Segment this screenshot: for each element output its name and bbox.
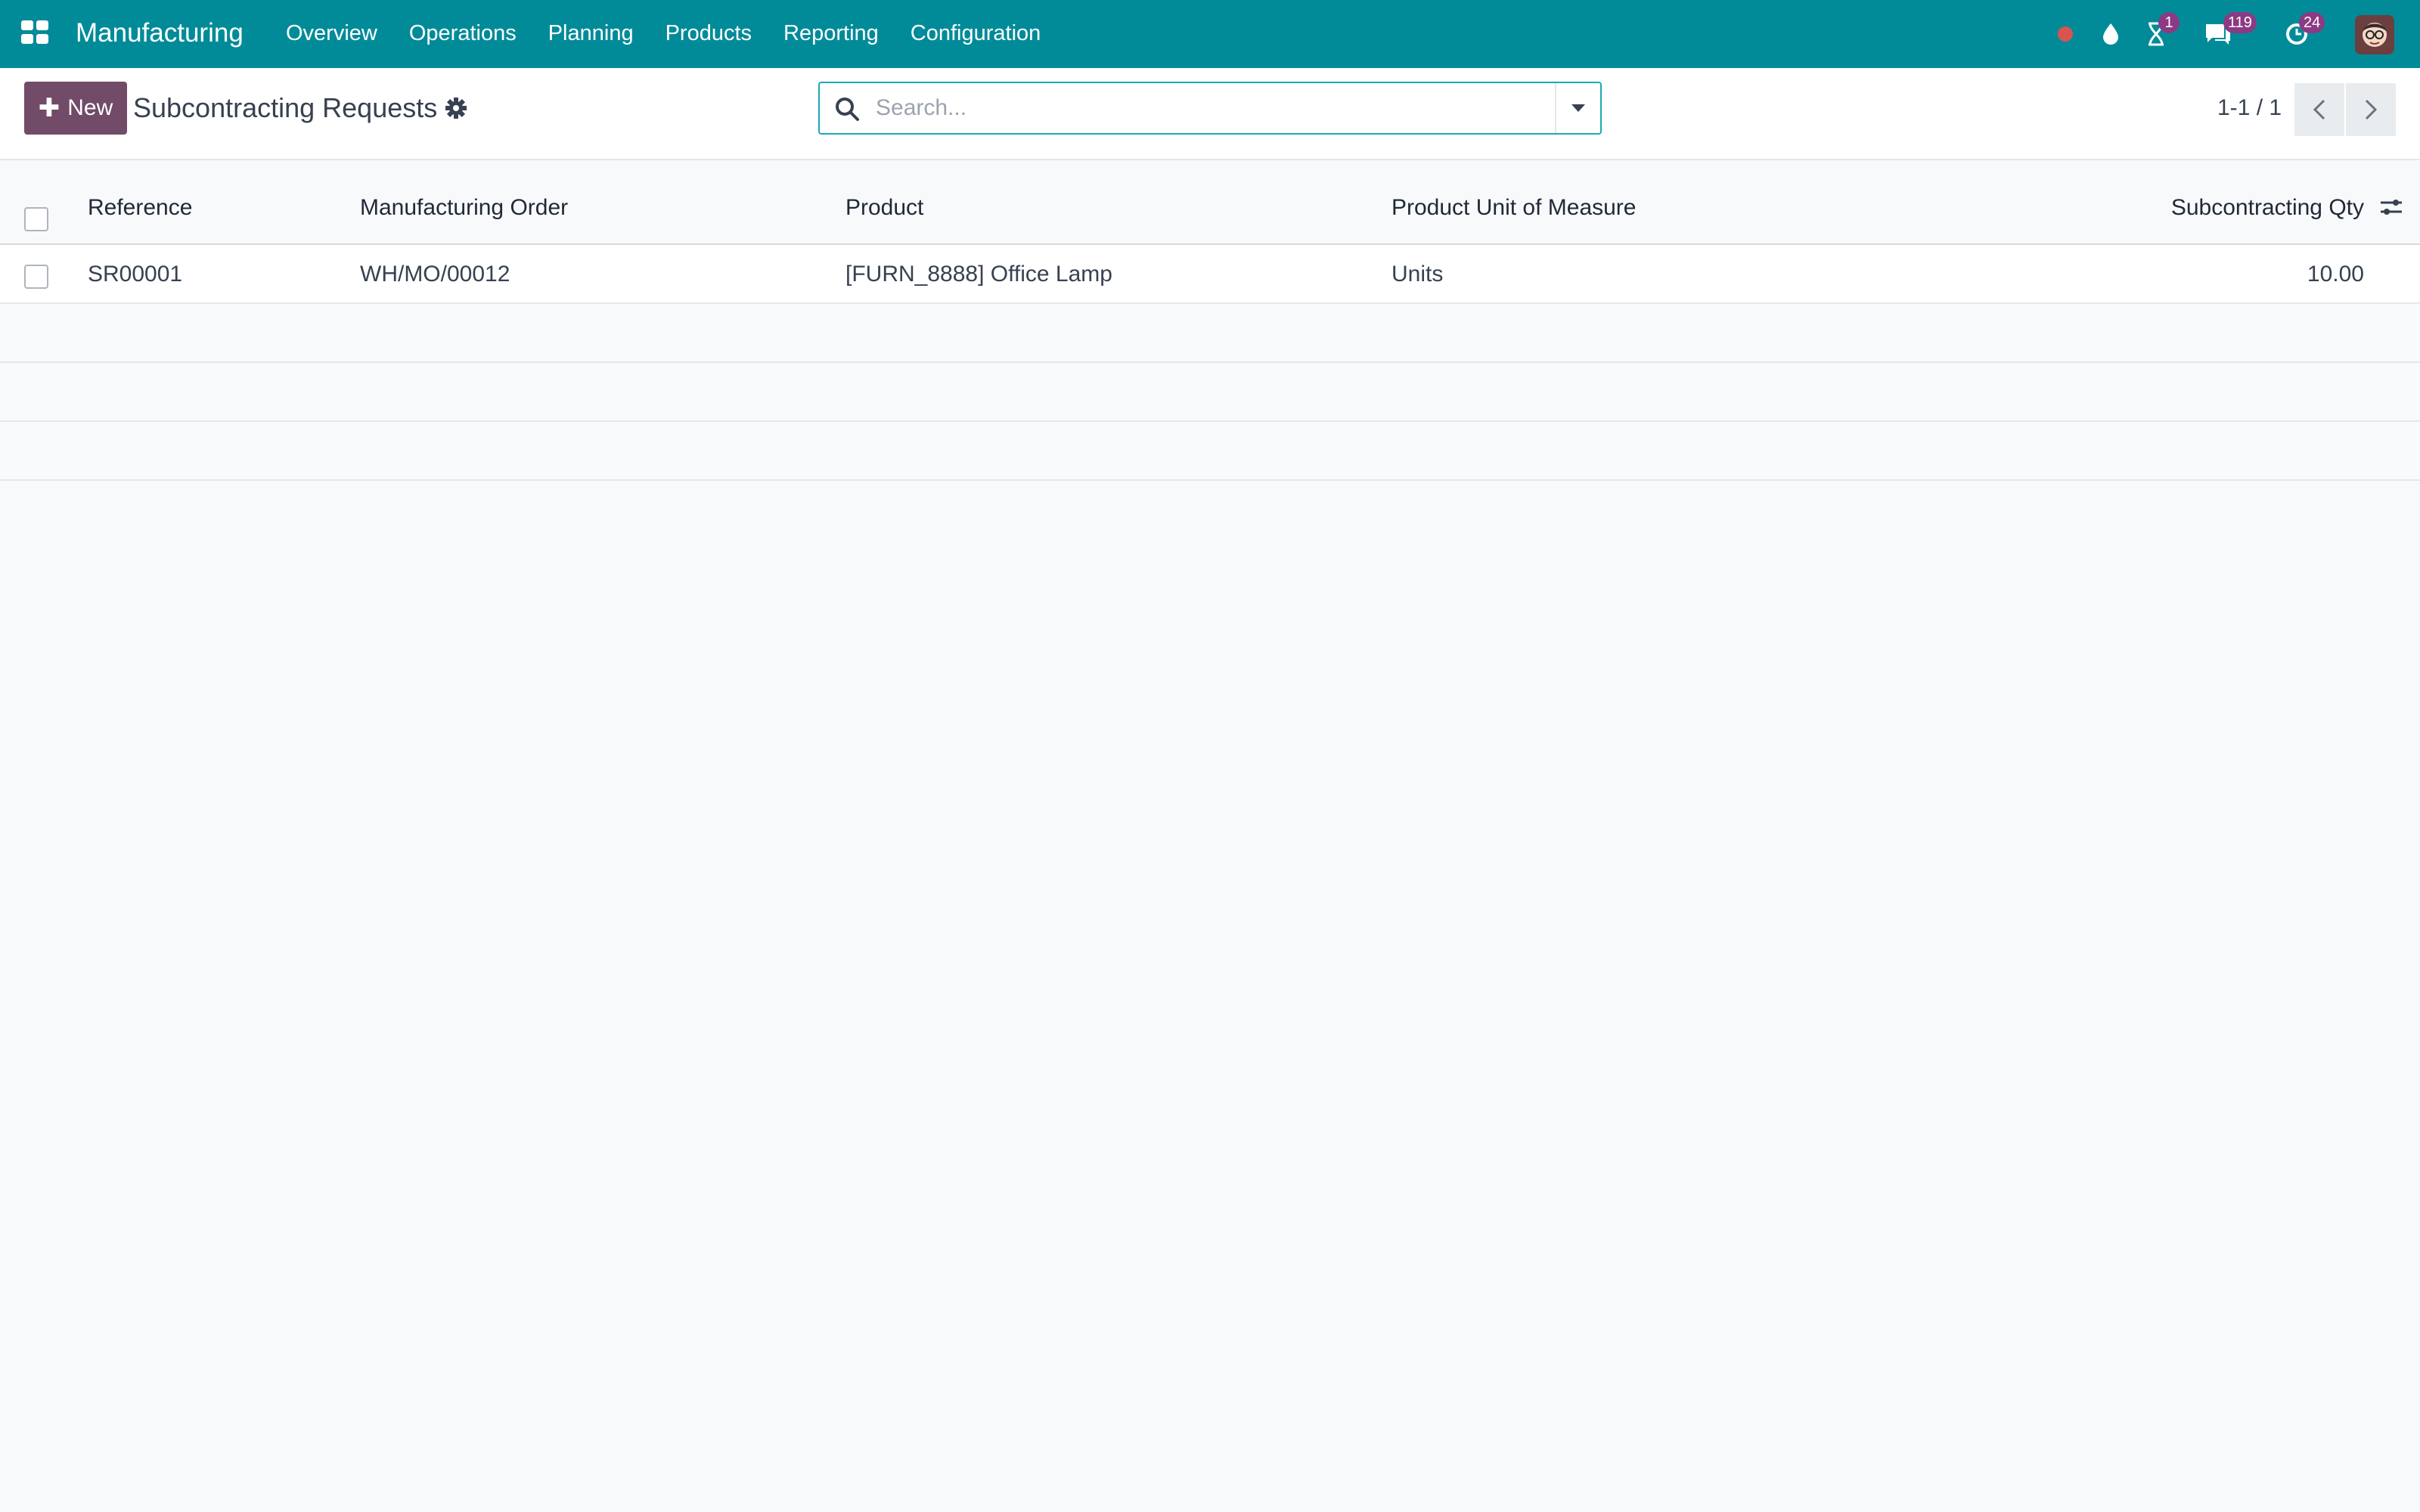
activities-badge: 1 <box>2158 12 2180 33</box>
row-checkbox[interactable] <box>24 265 48 289</box>
page-title: Subcontracting Requests <box>133 92 438 123</box>
cell-reference: SR00001 <box>88 262 183 287</box>
messages-badge: 119 <box>2223 12 2257 33</box>
new-button-label: New <box>67 95 113 120</box>
new-button[interactable]: ✚ New <box>24 82 127 135</box>
empty-row <box>0 304 2420 363</box>
chevron-right-icon <box>2365 99 2378 120</box>
menu-reporting[interactable]: Reporting <box>783 21 879 46</box>
cell-uom: Units <box>1392 262 1444 287</box>
column-header-product[interactable]: Product <box>845 195 923 221</box>
search-icon <box>833 95 862 124</box>
search-options-toggle[interactable] <box>1555 83 1600 133</box>
menu-configuration[interactable]: Configuration <box>911 21 1041 46</box>
pager-value[interactable]: 1-1 / 1 <box>2217 95 2282 121</box>
record-dot-icon[interactable] <box>2048 17 2083 51</box>
table-header: Reference Manufacturing Order Product Pr… <box>0 171 2420 245</box>
apps-grid-icon[interactable] <box>20 19 50 49</box>
gear-icon[interactable] <box>445 97 470 122</box>
chat-icon[interactable]: 119 <box>2201 12 2257 51</box>
app-name[interactable]: Manufacturing <box>76 18 244 48</box>
optional-columns-icon[interactable] <box>2378 195 2406 221</box>
plus-icon: ✚ <box>38 94 60 122</box>
chevron-left-icon <box>2313 99 2325 120</box>
menu-products[interactable]: Products <box>666 21 752 46</box>
column-header-manufacturing-order[interactable]: Manufacturing Order <box>360 195 568 221</box>
column-header-subcontracting-qty[interactable]: Subcontracting Qty <box>2171 195 2364 221</box>
clock-refresh-icon[interactable]: 24 <box>2279 12 2325 51</box>
droplet-icon[interactable] <box>2093 17 2128 51</box>
select-all-checkbox[interactable] <box>24 207 48 231</box>
column-header-reference[interactable]: Reference <box>88 195 192 221</box>
main-menu: Overview Operations Planning Products Re… <box>286 21 1072 46</box>
empty-row <box>0 363 2420 422</box>
empty-row <box>0 422 2420 481</box>
menu-planning[interactable]: Planning <box>548 21 634 46</box>
search-bar <box>818 82 1602 135</box>
menu-operations[interactable]: Operations <box>409 21 517 46</box>
pager-next-button[interactable] <box>2346 83 2396 136</box>
cell-manufacturing-order: WH/MO/00012 <box>360 262 510 287</box>
updates-badge: 24 <box>2299 12 2325 33</box>
hourglass-icon[interactable]: 1 <box>2139 12 2180 51</box>
search-input[interactable] <box>876 89 1526 127</box>
cell-subcontracting-qty: 10.00 <box>2307 262 2364 287</box>
menu-overview[interactable]: Overview <box>286 21 377 46</box>
user-avatar[interactable] <box>2355 15 2394 54</box>
cell-product: [FURN_8888] Office Lamp <box>845 262 1112 287</box>
top-navbar: Manufacturing Overview Operations Planni… <box>0 0 2420 68</box>
control-panel: ✚ New Subcontracting Requests 1-1 / 1 <box>0 68 2420 160</box>
column-header-uom[interactable]: Product Unit of Measure <box>1392 195 1636 221</box>
pager-previous-button[interactable] <box>2294 83 2344 136</box>
caret-down-icon <box>1571 104 1585 112</box>
table-row[interactable]: SR00001 WH/MO/00012 [FURN_8888] Office L… <box>0 245 2420 304</box>
